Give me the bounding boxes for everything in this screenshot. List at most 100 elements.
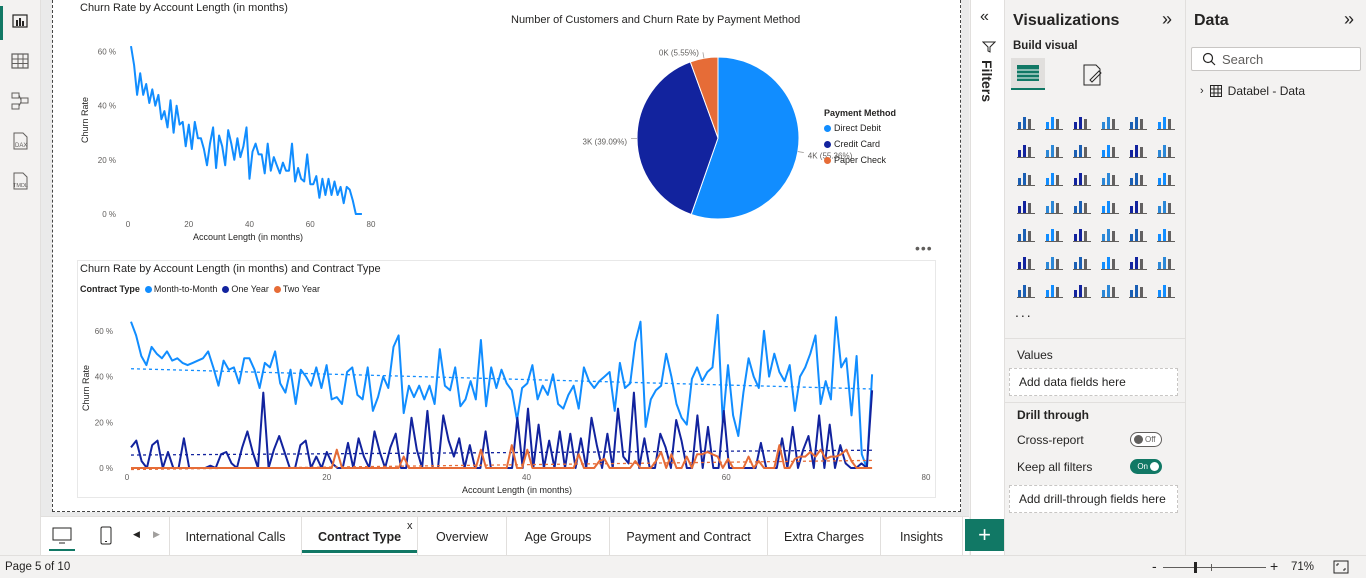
collapse-chevron-icon[interactable]: « [980,8,989,26]
area-visual-icon[interactable] [1043,138,1065,160]
y-axis-title: Churn Rate [81,365,91,411]
desktop-layout-icon[interactable] [49,526,75,551]
clustered-bar-visual-icon[interactable] [1071,110,1093,132]
pie-visual-icon[interactable] [1099,166,1121,188]
legend-item-paper-check[interactable]: Paper Check [824,155,896,165]
legend-label: Credit Card [834,139,881,149]
slicer-visual-icon[interactable] [1071,222,1093,244]
fit-to-page-icon[interactable] [1333,560,1349,574]
table-item-databel-data[interactable]: › Databel - Data [1200,84,1305,98]
tab-insights[interactable]: Insights [881,517,963,556]
donut-visual-icon[interactable] [1127,166,1149,188]
waterfall-visual-icon[interactable] [1015,166,1037,188]
tab-payment-and-contract[interactable]: Payment and Contract [610,517,768,556]
stacked-area-visual-icon[interactable] [1071,138,1093,160]
prev-page-icon[interactable]: ◀ [133,529,140,540]
100-column-visual-icon[interactable] [1155,110,1177,132]
tab-overview[interactable]: Overview [418,517,507,556]
more-visuals-icon[interactable]: ... [1015,304,1033,320]
drill-through-label: Drill through [1017,408,1089,422]
visual-more-options-icon[interactable]: ••• [915,240,933,256]
zoom-out-icon[interactable]: - [1152,558,1157,574]
legend-item-credit-card[interactable]: Credit Card [824,139,896,149]
filters-pane-collapsed[interactable]: « Filters [970,0,1005,555]
pie-data-label: 3K (39.09%) [583,138,628,147]
model-view-icon[interactable] [9,90,31,112]
svg-text:TMDL: TMDL [13,183,28,189]
bookmark-visual-icon[interactable] [1099,278,1121,300]
y-tick-label: 20 % [98,156,116,165]
legend-dot [824,124,831,132]
qa-visual-icon[interactable] [1099,250,1121,272]
add-page-button[interactable]: + [965,519,1004,551]
report-view-icon[interactable] [9,10,31,32]
filled-map-visual-icon[interactable] [1071,194,1093,216]
legend-item-one-year[interactable]: One Year [231,284,269,294]
treemap-visual-icon[interactable] [1155,166,1177,188]
power-automate-visual-icon[interactable] [1071,278,1093,300]
gauge-visual-icon[interactable] [1127,194,1149,216]
r-visual-visual-icon[interactable] [1155,222,1177,244]
legend-item-direct-debit[interactable]: Direct Debit [824,123,896,133]
python-visual-visual-icon[interactable] [1015,250,1037,272]
keep-filters-label: Keep all filters [1017,460,1093,474]
legend-dot [824,140,831,148]
format-visual-icon[interactable] [1080,62,1106,88]
treemap2-visual-icon[interactable] [1015,194,1037,216]
legend-item-two-year[interactable]: Two Year [283,284,320,294]
card-visual-icon[interactable] [1155,194,1177,216]
drill-through-drop-zone[interactable]: Add drill-through fields here [1009,485,1178,513]
stacked-column-visual-icon[interactable] [1043,110,1065,132]
next-page-icon[interactable]: ▶ [153,529,160,540]
smart-narrative-visual-icon[interactable] [1127,250,1149,272]
churn-line-series [130,45,362,215]
paginated-visual-icon[interactable] [1015,278,1037,300]
x-tick-label: 0 [125,473,130,482]
funnel-visual-icon[interactable] [1043,166,1065,188]
table-icon [1209,85,1222,97]
zoom-in-icon[interactable]: + [1270,558,1278,574]
multi-row-card-visual-icon[interactable] [1015,222,1037,244]
close-tab-icon[interactable]: x [407,520,413,532]
zoom-slider[interactable] [1163,562,1266,573]
tab-extra-charges[interactable]: Extra Charges [768,517,881,556]
dax-query-view-icon[interactable]: DAX [9,130,31,152]
tmdl-view-icon[interactable]: TMDL [9,170,31,192]
tab-contract-type[interactable]: Contract Type [302,517,418,556]
line-visual-icon[interactable] [1015,138,1037,160]
azure-map-visual-icon[interactable] [1099,194,1121,216]
keep-filters-toggle[interactable]: On [1130,459,1162,474]
metrics-visual-icon[interactable] [1155,250,1177,272]
chart1-churn-by-account-length[interactable]: 60 % 40 % 20 % 0 % 0 20 40 60 80 Account Length (… [73,30,393,245]
line-clustered-column-visual-icon[interactable] [1127,138,1149,160]
tab-international-calls[interactable]: International Calls [169,517,302,556]
values-drop-zone[interactable]: Add data fields here [1009,368,1178,396]
legend-item-month-to-month[interactable]: Month-to-Month [154,284,218,294]
table-visual-icon[interactable] [1099,222,1121,244]
stacked-bar-visual-icon[interactable] [1015,110,1037,132]
chart3-churn-by-contract-type[interactable]: 60 % 40 % 20 % 0 % 0 20 40 60 80 Account Length (… [77,300,936,498]
expand-chevron-icon[interactable]: » [1344,9,1354,30]
100-bar-visual-icon[interactable] [1127,110,1149,132]
table-view-icon[interactable] [9,50,31,72]
power-apps-2-visual-icon[interactable] [1127,278,1149,300]
build-visual-tab[interactable] [1011,58,1045,90]
legend-label: Paper Check [834,155,887,165]
chevron-right-icon[interactable]: › [1200,85,1204,97]
narrative-visual-icon[interactable] [1155,278,1177,300]
power-apps-visual-icon[interactable] [1043,278,1065,300]
matrix-visual-icon[interactable] [1127,222,1149,244]
tab-age-groups[interactable]: Age Groups [507,517,610,556]
clustered-column-visual-icon[interactable] [1099,110,1121,132]
line-stacked-column-visual-icon[interactable] [1099,138,1121,160]
kpi-visual-icon[interactable] [1043,222,1065,244]
scatter-visual-icon[interactable] [1071,166,1093,188]
key-influencers-visual-icon[interactable] [1043,250,1065,272]
decomposition-tree-visual-icon[interactable] [1071,250,1093,272]
mobile-layout-icon[interactable] [99,526,113,546]
expand-chevron-icon[interactable]: » [1162,9,1172,30]
ribbon-visual-icon[interactable] [1155,138,1177,160]
search-box[interactable]: Search [1191,47,1361,71]
cross-report-toggle[interactable]: Off [1130,432,1162,447]
map-visual-icon[interactable] [1043,194,1065,216]
